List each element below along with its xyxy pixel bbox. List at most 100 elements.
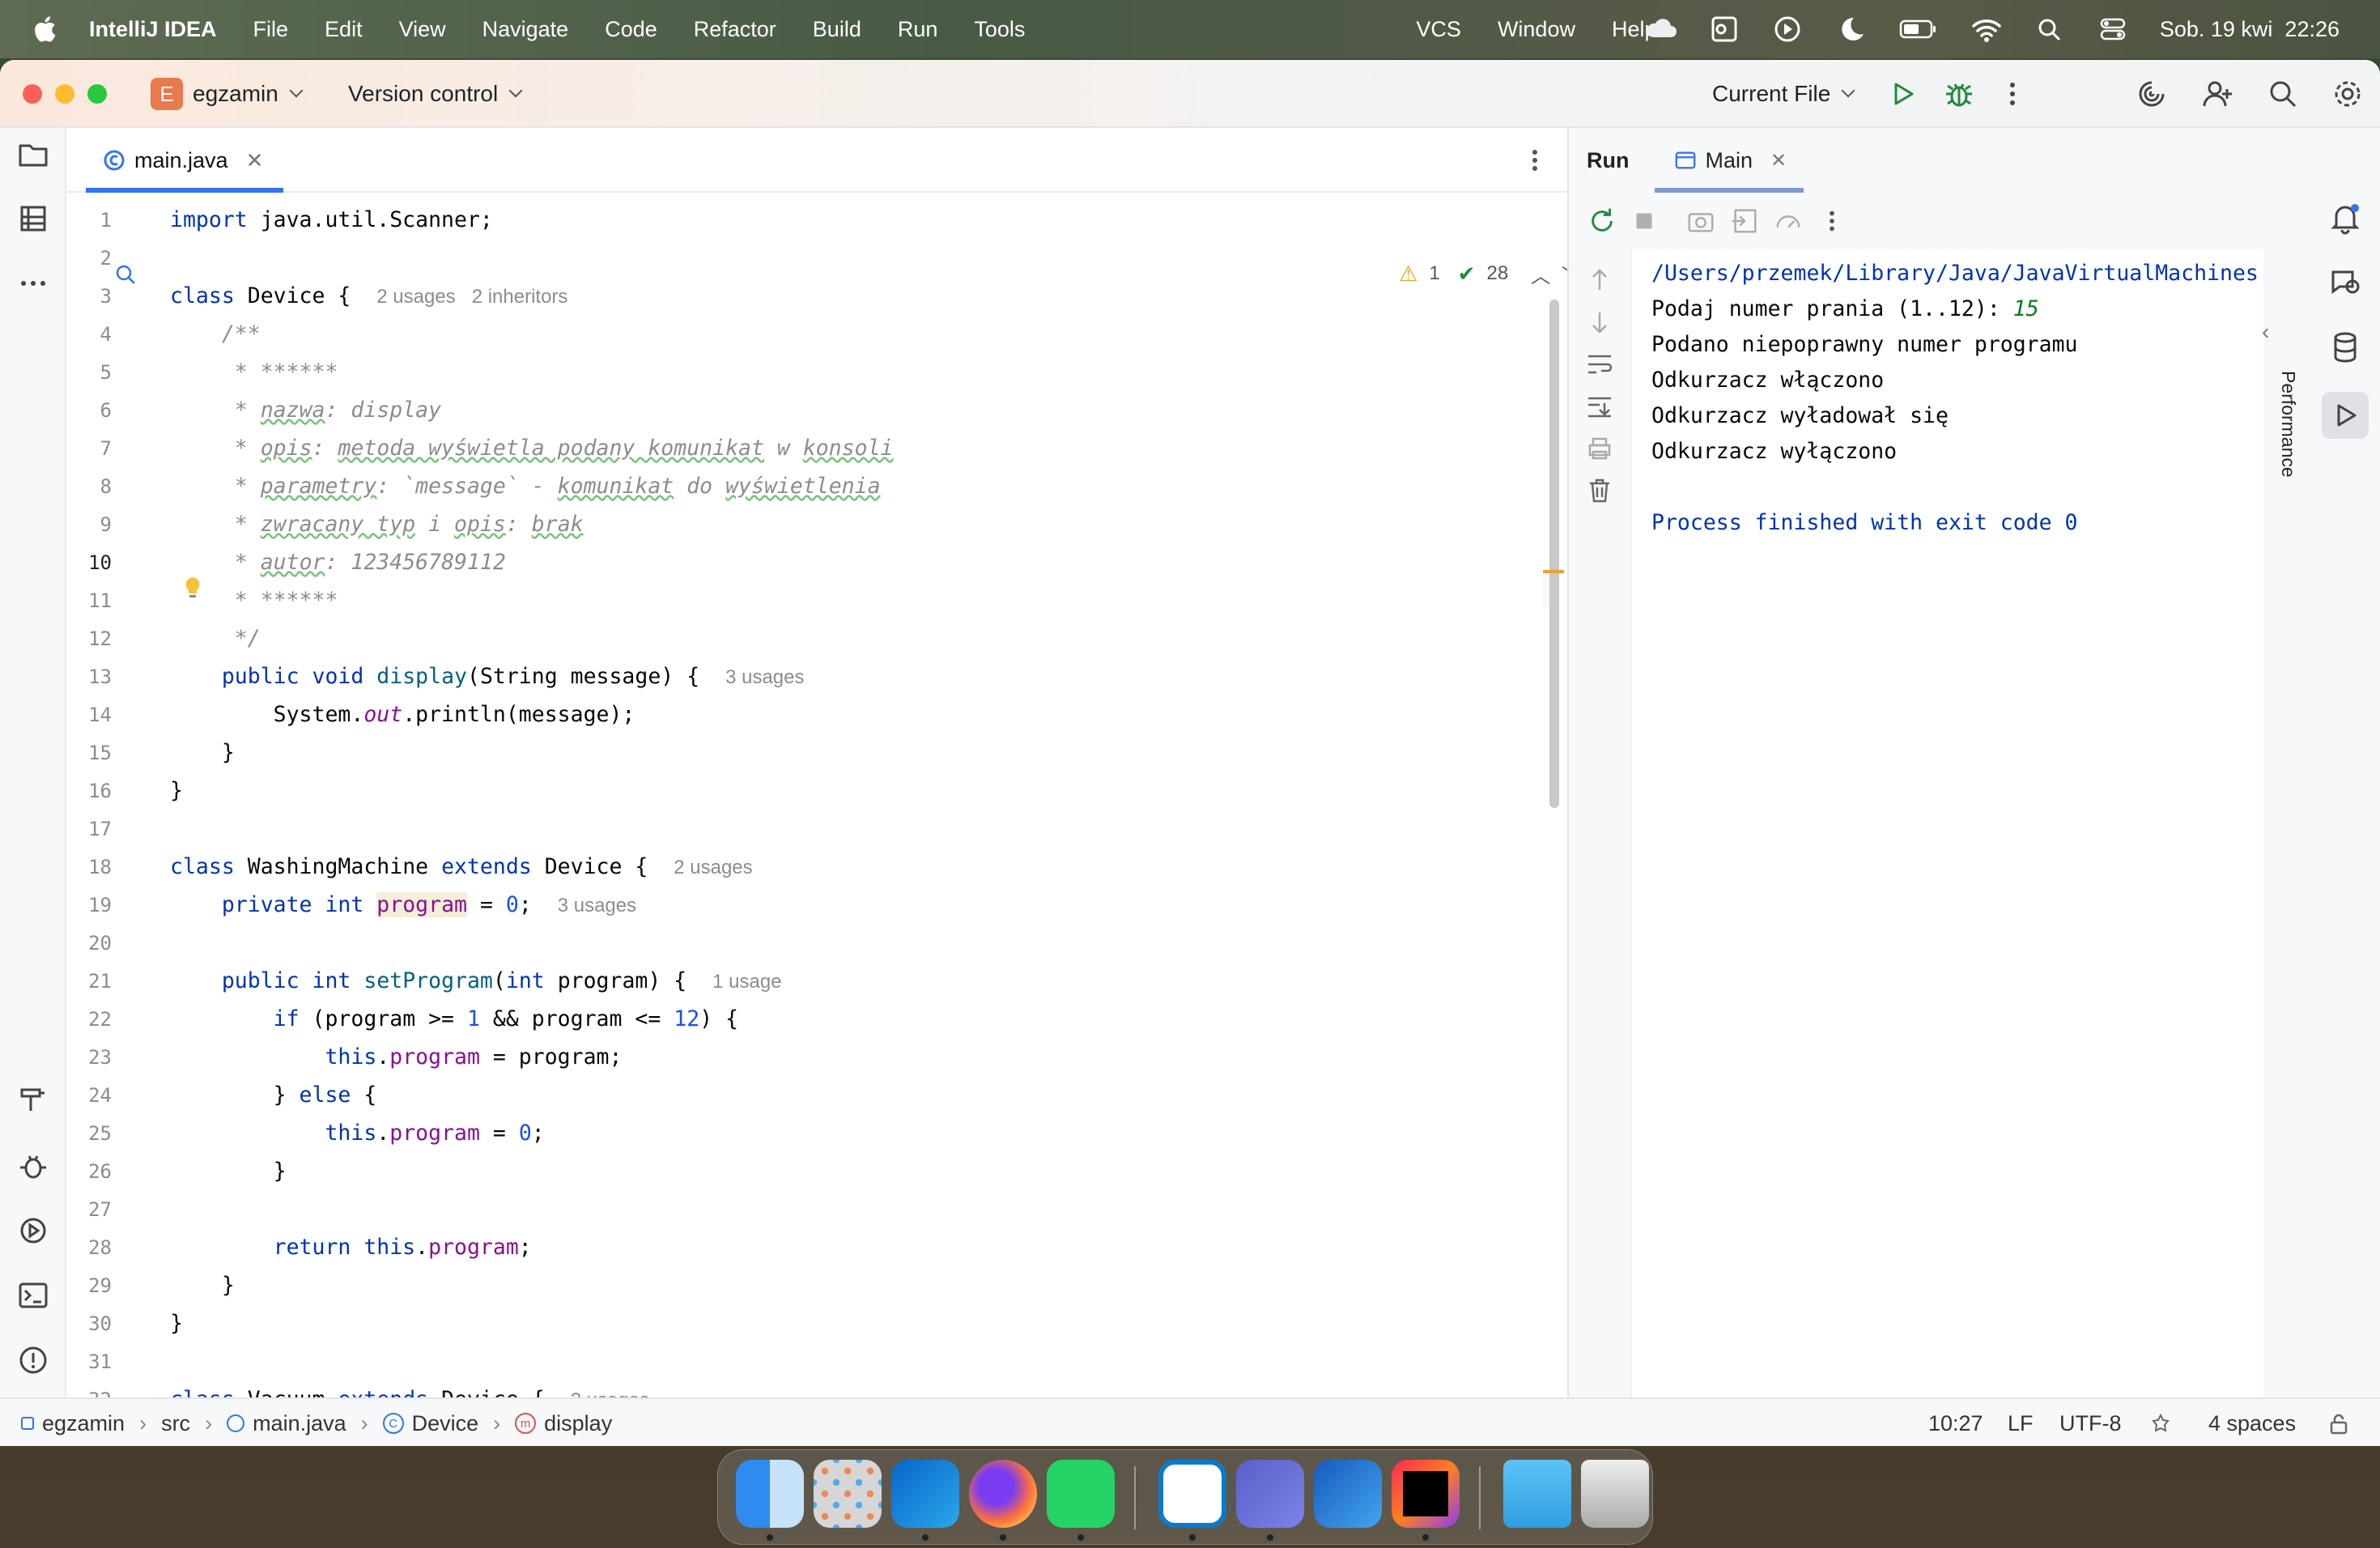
line-number[interactable]: 27 xyxy=(66,1192,112,1227)
code-line[interactable]: * parametry: `message` - komunikat do wy… xyxy=(170,469,881,504)
firefox-icon[interactable] xyxy=(969,1460,1037,1528)
debug-icon[interactable] xyxy=(1943,78,1975,110)
menu-window[interactable]: Window xyxy=(1498,17,1575,42)
minimize-window-button[interactable] xyxy=(55,84,74,104)
line-number[interactable]: 11 xyxy=(66,583,112,619)
search-everywhere-icon[interactable] xyxy=(2267,78,2299,110)
run-icon[interactable] xyxy=(1886,78,1919,110)
menu-edit[interactable]: Edit xyxy=(325,17,363,42)
breadcrumb-file[interactable]: main.java xyxy=(253,1411,346,1436)
files-folder-icon[interactable] xyxy=(1503,1460,1571,1528)
run-more-icon[interactable] xyxy=(1817,206,1847,236)
line-number[interactable]: 10 xyxy=(66,545,112,580)
code-line[interactable]: this.program = program; xyxy=(170,1040,622,1075)
code-line[interactable]: } xyxy=(170,773,183,809)
menu-run[interactable]: Run xyxy=(898,17,938,42)
ai-assistant-icon[interactable] xyxy=(2136,78,2168,110)
line-number[interactable]: 26 xyxy=(66,1154,112,1189)
line-number[interactable]: 22 xyxy=(66,1002,112,1037)
print-icon[interactable] xyxy=(1585,434,1614,463)
search-icon[interactable] xyxy=(2034,15,2066,44)
line-number[interactable]: 5 xyxy=(66,355,112,390)
debug-bug-icon[interactable] xyxy=(17,1150,49,1182)
add-user-icon[interactable] xyxy=(2202,78,2234,110)
intellij-icon[interactable] xyxy=(1392,1460,1460,1528)
console-output[interactable]: /Users/przemek/Library/Java/JavaVirtualM… xyxy=(1632,249,2263,1423)
screenshot-icon[interactable] xyxy=(1685,206,1716,236)
line-number[interactable]: 16 xyxy=(66,773,112,809)
code-line[interactable]: /** xyxy=(170,317,261,352)
rerun-icon[interactable] xyxy=(1587,206,1617,236)
line-number[interactable]: 21 xyxy=(66,963,112,999)
code-editor[interactable]: import java.util.Scanner; class Device { … xyxy=(167,193,1543,1446)
menu-code[interactable]: Code xyxy=(605,17,657,42)
soft-wrap-icon[interactable] xyxy=(1585,350,1614,379)
teams-icon[interactable] xyxy=(1236,1460,1304,1528)
scroll-to-end-icon[interactable] xyxy=(1585,392,1614,421)
outlook-status-icon[interactable] xyxy=(1708,15,1740,44)
word-icon[interactable] xyxy=(1314,1460,1382,1528)
file-encoding[interactable]: UTF-8 xyxy=(2059,1399,2122,1446)
profiler-icon[interactable] xyxy=(1773,206,1804,236)
project-badge[interactable]: E xyxy=(151,78,183,110)
menu-file[interactable]: File xyxy=(253,17,289,42)
problems-icon[interactable] xyxy=(17,1344,49,1376)
trash-icon[interactable] xyxy=(1581,1460,1649,1528)
breadcrumb-class[interactable]: Device xyxy=(412,1411,479,1436)
restore-layout-icon[interactable] xyxy=(1729,206,1760,236)
line-number[interactable]: 6 xyxy=(66,393,112,428)
code-line[interactable]: * zwracany typ i opis: brak xyxy=(170,507,584,542)
vscode-icon[interactable] xyxy=(1158,1460,1226,1528)
wifi-icon[interactable] xyxy=(1970,15,2003,44)
notifications-bell-icon[interactable] xyxy=(2328,201,2362,235)
line-number[interactable]: 1 xyxy=(66,202,112,238)
code-line[interactable]: * opis: metoda wyświetla podany komunika… xyxy=(170,431,894,466)
line-number[interactable]: 4 xyxy=(66,317,112,352)
intention-bulb-icon[interactable] xyxy=(183,575,202,601)
line-number[interactable]: 24 xyxy=(66,1078,112,1113)
apple-icon[interactable] xyxy=(32,15,57,43)
settings-gear-icon[interactable] xyxy=(2331,78,2364,110)
code-line[interactable]: } xyxy=(170,1268,235,1303)
line-number[interactable]: 15 xyxy=(66,735,112,771)
menu-build[interactable]: Build xyxy=(813,17,861,42)
menu-view[interactable]: View xyxy=(399,17,446,42)
indent-setting[interactable]: 4 spaces xyxy=(2208,1399,2296,1446)
code-line[interactable]: * ****** xyxy=(170,355,338,390)
read-only-lock-icon[interactable] xyxy=(2327,1412,2351,1436)
code-line[interactable]: private int program = 0; 3 usages xyxy=(170,887,636,923)
line-number[interactable]: 23 xyxy=(66,1040,112,1075)
services-icon[interactable] xyxy=(17,1214,49,1247)
performance-panel-label[interactable]: Performance xyxy=(2273,371,2306,533)
inspection-profile-icon[interactable] xyxy=(2150,1414,2171,1435)
ai-chat-icon[interactable] xyxy=(2328,266,2362,300)
more-horizontal-icon[interactable] xyxy=(17,267,49,300)
menu-navigate[interactable]: Navigate xyxy=(482,17,569,42)
line-number[interactable]: 9 xyxy=(66,507,112,542)
run-window-toggle[interactable] xyxy=(2322,392,2369,439)
scroll-up-icon[interactable] xyxy=(1585,266,1614,295)
line-number[interactable]: 7 xyxy=(66,431,112,466)
line-number[interactable]: 31 xyxy=(66,1344,112,1380)
trash-icon[interactable] xyxy=(1585,476,1614,505)
line-number[interactable]: 17 xyxy=(66,811,112,847)
line-number[interactable]: 19 xyxy=(66,887,112,923)
line-separator[interactable]: LF xyxy=(2008,1399,2034,1446)
breadcrumb-src[interactable]: src xyxy=(161,1411,190,1436)
line-number[interactable]: 29 xyxy=(66,1268,112,1303)
menu-refactor[interactable]: Refactor xyxy=(694,17,776,42)
line-number[interactable]: 28 xyxy=(66,1230,112,1265)
breadcrumb-project[interactable]: egzamin xyxy=(42,1411,125,1436)
line-number[interactable]: 25 xyxy=(66,1116,112,1151)
datetime[interactable]: Sob. 19 kwi 22:26 xyxy=(2160,17,2340,42)
vcs-selector[interactable]: Version control xyxy=(348,60,523,128)
code-line[interactable]: public int setProgram(int program) { 1 u… xyxy=(170,963,782,999)
database-icon[interactable] xyxy=(2328,330,2362,364)
scroll-down-icon[interactable] xyxy=(1585,308,1614,337)
code-line[interactable]: } xyxy=(170,1154,287,1189)
line-number[interactable]: 8 xyxy=(66,469,112,504)
breadcrumb-method[interactable]: display xyxy=(544,1411,612,1436)
outlook-icon[interactable] xyxy=(891,1460,959,1528)
code-line[interactable]: System.out.println(message); xyxy=(170,697,635,733)
launchpad-icon[interactable] xyxy=(814,1460,882,1528)
